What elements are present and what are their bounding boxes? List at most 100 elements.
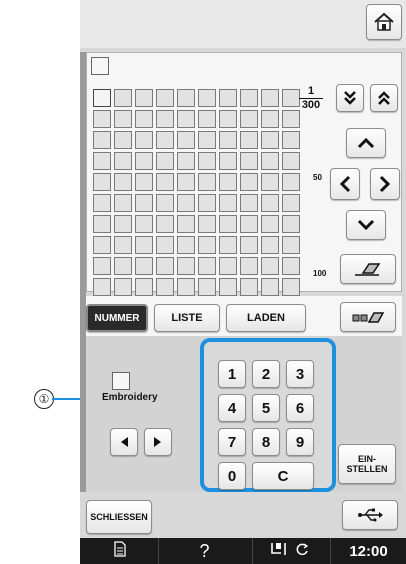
pattern-cell[interactable] bbox=[93, 131, 111, 149]
pattern-cell[interactable] bbox=[114, 110, 132, 128]
pattern-cell[interactable] bbox=[135, 131, 153, 149]
pattern-cell[interactable] bbox=[156, 173, 174, 191]
pattern-cell[interactable] bbox=[219, 194, 237, 212]
key-8[interactable]: 8 bbox=[252, 428, 280, 456]
pattern-cell[interactable] bbox=[156, 215, 174, 233]
down-button[interactable] bbox=[346, 210, 386, 240]
pattern-cell[interactable] bbox=[198, 278, 216, 296]
pattern-cell[interactable] bbox=[135, 89, 153, 107]
pattern-cell[interactable] bbox=[219, 173, 237, 191]
pattern-cell[interactable] bbox=[198, 110, 216, 128]
pattern-cell[interactable] bbox=[177, 173, 195, 191]
pattern-cell[interactable] bbox=[198, 131, 216, 149]
pattern-cell[interactable] bbox=[93, 152, 111, 170]
pattern-cell[interactable] bbox=[177, 131, 195, 149]
pattern-cell[interactable] bbox=[156, 131, 174, 149]
multi-erase-button[interactable] bbox=[340, 302, 396, 332]
pattern-cell[interactable] bbox=[156, 257, 174, 275]
pattern-cell[interactable] bbox=[198, 194, 216, 212]
pattern-cell[interactable] bbox=[156, 194, 174, 212]
key-9[interactable]: 9 bbox=[286, 428, 314, 456]
pattern-cell[interactable] bbox=[114, 173, 132, 191]
pattern-cell[interactable] bbox=[114, 236, 132, 254]
pattern-cell[interactable] bbox=[114, 194, 132, 212]
pattern-cell[interactable] bbox=[177, 89, 195, 107]
pattern-cell[interactable] bbox=[240, 110, 258, 128]
tab-laden[interactable]: LADEN bbox=[226, 304, 306, 332]
pattern-cell[interactable] bbox=[282, 152, 300, 170]
pattern-cell[interactable] bbox=[135, 110, 153, 128]
pattern-cell[interactable] bbox=[114, 152, 132, 170]
pattern-cell[interactable] bbox=[177, 110, 195, 128]
pattern-cell[interactable] bbox=[219, 257, 237, 275]
pattern-cell[interactable] bbox=[93, 194, 111, 212]
pattern-cell[interactable] bbox=[156, 110, 174, 128]
pattern-cell[interactable] bbox=[219, 236, 237, 254]
pattern-cell[interactable] bbox=[261, 236, 279, 254]
pattern-cell[interactable] bbox=[282, 257, 300, 275]
pattern-cell[interactable] bbox=[93, 173, 111, 191]
pattern-cell[interactable] bbox=[240, 215, 258, 233]
pattern-cell[interactable] bbox=[114, 131, 132, 149]
pattern-cell[interactable] bbox=[282, 215, 300, 233]
key-6[interactable]: 6 bbox=[286, 394, 314, 422]
pattern-cell[interactable] bbox=[93, 278, 111, 296]
pattern-cell[interactable] bbox=[93, 257, 111, 275]
pattern-cell[interactable] bbox=[177, 215, 195, 233]
pattern-cell[interactable] bbox=[135, 173, 153, 191]
pattern-cell[interactable] bbox=[282, 194, 300, 212]
pattern-cell[interactable] bbox=[240, 89, 258, 107]
schliessen-button[interactable]: SCHLIESSEN bbox=[86, 500, 152, 534]
pattern-cell[interactable] bbox=[156, 152, 174, 170]
document-status[interactable] bbox=[90, 538, 150, 564]
pattern-cell[interactable] bbox=[198, 173, 216, 191]
pattern-cell[interactable] bbox=[282, 173, 300, 191]
pattern-cell[interactable] bbox=[135, 194, 153, 212]
pattern-cell[interactable] bbox=[93, 110, 111, 128]
pattern-cell[interactable] bbox=[282, 110, 300, 128]
pattern-cell[interactable] bbox=[261, 278, 279, 296]
pattern-cell[interactable] bbox=[114, 89, 132, 107]
pattern-cell[interactable] bbox=[135, 215, 153, 233]
pattern-cell[interactable] bbox=[177, 152, 195, 170]
pattern-cell[interactable] bbox=[219, 278, 237, 296]
tab-nummer[interactable]: NUMMER bbox=[86, 304, 148, 332]
pattern-next-button[interactable] bbox=[144, 428, 172, 456]
pattern-cell[interactable] bbox=[240, 236, 258, 254]
pattern-cell[interactable] bbox=[261, 173, 279, 191]
pattern-cell[interactable] bbox=[135, 278, 153, 296]
pattern-cell[interactable] bbox=[240, 131, 258, 149]
page-up-button[interactable] bbox=[370, 84, 398, 112]
pattern-cell[interactable] bbox=[282, 236, 300, 254]
pattern-cell[interactable] bbox=[261, 152, 279, 170]
pattern-cell[interactable] bbox=[114, 215, 132, 233]
pattern-cell[interactable] bbox=[261, 215, 279, 233]
home-button[interactable] bbox=[366, 4, 402, 40]
key-2[interactable]: 2 bbox=[252, 360, 280, 388]
pattern-cell[interactable] bbox=[261, 131, 279, 149]
pattern-cell[interactable] bbox=[240, 194, 258, 212]
pattern-cell[interactable] bbox=[177, 236, 195, 254]
pattern-cell[interactable] bbox=[156, 89, 174, 107]
key-7[interactable]: 7 bbox=[218, 428, 246, 456]
pattern-prev-button[interactable] bbox=[110, 428, 138, 456]
pattern-cell[interactable] bbox=[93, 215, 111, 233]
page-down-button[interactable] bbox=[336, 84, 364, 112]
right-button[interactable] bbox=[370, 168, 400, 200]
einstellen-button[interactable]: EIN- STELLEN bbox=[338, 444, 396, 484]
pattern-cell[interactable] bbox=[156, 278, 174, 296]
pattern-cell[interactable] bbox=[198, 215, 216, 233]
tab-liste[interactable]: LISTE bbox=[154, 304, 220, 332]
pattern-cell[interactable] bbox=[177, 194, 195, 212]
pattern-cell[interactable] bbox=[198, 236, 216, 254]
pattern-cell[interactable] bbox=[135, 236, 153, 254]
pattern-cell[interactable] bbox=[282, 131, 300, 149]
pattern-cell[interactable] bbox=[282, 89, 300, 107]
pattern-cell[interactable] bbox=[198, 152, 216, 170]
pattern-cell[interactable] bbox=[135, 152, 153, 170]
pattern-cell[interactable] bbox=[261, 194, 279, 212]
pattern-cell[interactable] bbox=[198, 89, 216, 107]
pattern-cell[interactable] bbox=[219, 110, 237, 128]
key-3[interactable]: 3 bbox=[286, 360, 314, 388]
pattern-cell[interactable] bbox=[135, 257, 153, 275]
